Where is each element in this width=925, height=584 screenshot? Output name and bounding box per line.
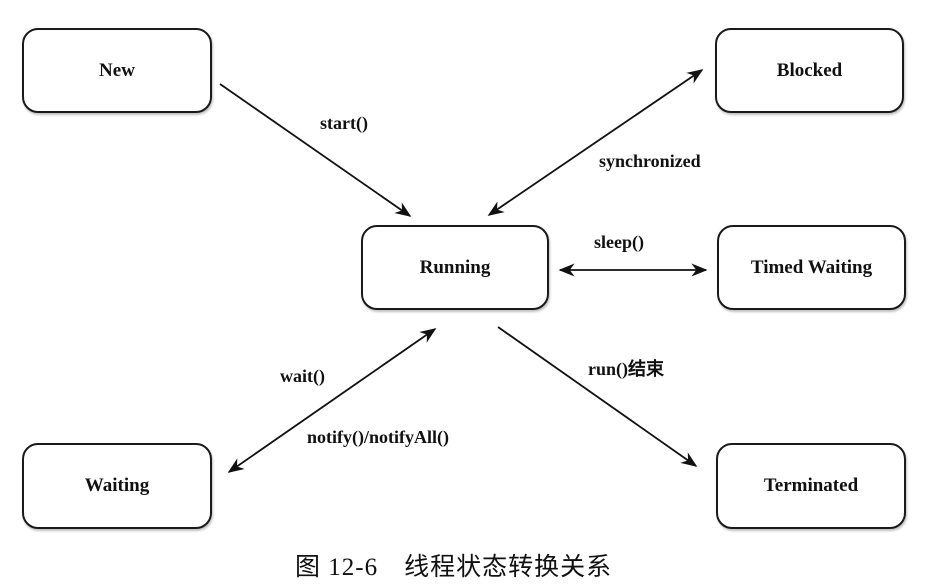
state-timed-waiting: Timed Waiting [717, 225, 906, 310]
state-running-label: Running [419, 256, 491, 278]
arrow-running-to-terminated [497, 326, 698, 467]
state-blocked-label: Blocked [776, 59, 843, 81]
label-synchronized: synchronized [599, 151, 701, 171]
figure-number: 图 12-6 [295, 554, 379, 581]
state-waiting: Waiting [22, 443, 212, 529]
state-new-label: New [99, 59, 135, 81]
state-terminated-label: Terminated [763, 475, 859, 496]
label-notify: notify()/notifyAll() [307, 427, 449, 447]
arrow-running-blocked [487, 69, 704, 216]
arrow-running-waiting [227, 328, 437, 473]
state-terminated: Terminated [716, 443, 906, 529]
label-run-end: run()结束 [588, 359, 664, 379]
figure-caption: 图 12-6 线程状态转换关系 [295, 547, 612, 583]
state-timed-waiting-label: Timed Waiting [750, 256, 873, 278]
label-sleep: sleep() [594, 232, 644, 252]
state-blocked: Blocked [715, 28, 904, 113]
state-new: New [22, 28, 212, 113]
label-start: start() [320, 113, 368, 133]
state-waiting-label: Waiting [84, 475, 150, 496]
figure-title: 线程状态转换关系 [404, 552, 613, 581]
arrow-new-to-running [219, 83, 412, 217]
state-running: Running [361, 225, 549, 310]
label-wait: wait() [280, 366, 325, 386]
